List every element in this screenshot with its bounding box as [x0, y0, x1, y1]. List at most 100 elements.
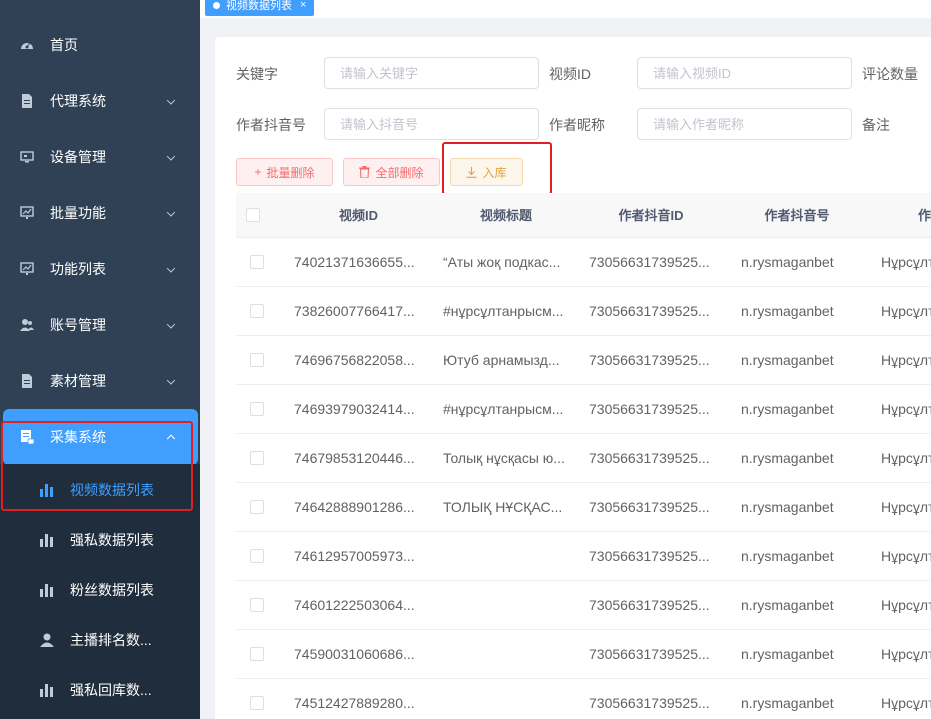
- tags-view-bar: 视频数据列表 ×: [200, 0, 931, 18]
- sidebar-item-label: 首页: [50, 37, 78, 53]
- sidebar-subitem-anchor-ranking[interactable]: 主播排名数...: [0, 615, 200, 665]
- sidebar-item-label: 素材管理: [50, 373, 106, 389]
- row-checkbox[interactable]: [250, 255, 264, 269]
- cell-author-douyin-id: 73056631739525...: [589, 597, 710, 613]
- table-row[interactable]: 74612957005973... 73056631739525... n.rysm…: [236, 532, 931, 581]
- table-row[interactable]: 74590031060686... 73056631739525... n.rysm…: [236, 630, 931, 679]
- cell-video-title: ТОЛЫҚ НҰСҚАС...: [443, 499, 563, 515]
- sidebar-item-home[interactable]: 首页: [0, 17, 200, 73]
- keyword-label: 关键字: [236, 66, 278, 82]
- sidebar-subitem-label: 强私数据列表: [70, 532, 154, 548]
- row-checkbox[interactable]: [250, 304, 264, 318]
- tab-video-data-list[interactable]: 视频数据列表 ×: [205, 0, 315, 16]
- sidebar-subitem-label: 视频数据列表: [70, 482, 154, 498]
- cell-author-douyin: n.rysmaganbet: [741, 303, 834, 319]
- cell-author-douyin: n.rysmaganbet: [741, 646, 834, 662]
- cell-author-douyin: n.rysmaganbet: [741, 548, 834, 564]
- comment-count-label: 评论数量: [862, 66, 918, 82]
- bar-chart-icon: [40, 484, 53, 497]
- column-header-video-id[interactable]: 视频ID: [286, 193, 431, 238]
- sidebar-item-function-list[interactable]: 功能列表: [0, 241, 200, 297]
- bar-chart-icon: [40, 584, 53, 597]
- sidebar-item-label: 采集系统: [50, 429, 106, 445]
- sidebar: 首页 代理系统 设备管理 批量功能 功能列表 账号管理 素材管理 采集系统 视频…: [0, 0, 200, 719]
- sidebar-submenu: 视频数据列表 强私数据列表 粉丝数据列表 主播排名数... 强私回库数...: [0, 464, 200, 719]
- table-row[interactable]: 74679853120446... Толық нұсқасы ю... 73056…: [236, 434, 931, 483]
- chevron-down-icon: [166, 264, 176, 273]
- sidebar-item-label: 设备管理: [50, 149, 106, 165]
- cell-video-title: Толық нұсқасы ю...: [443, 450, 565, 466]
- close-icon[interactable]: ×: [300, 0, 306, 11]
- row-checkbox[interactable]: [250, 647, 264, 661]
- chevron-down-icon: [166, 96, 176, 105]
- row-checkbox[interactable]: [250, 451, 264, 465]
- cell-video-id: 74696756822058...: [294, 352, 415, 368]
- author-douyin-input[interactable]: [324, 108, 539, 140]
- cell-video-title: Ютуб арнамызд...: [443, 352, 560, 368]
- table-row[interactable]: 74642888901286... ТОЛЫҚ НҰСҚАС... 73056631…: [236, 483, 931, 532]
- table-row[interactable]: 74693979032414... #нұрсұлтанрысм... 730566…: [236, 385, 931, 434]
- cell-video-title: #нұрсұлтанрысм...: [443, 303, 564, 319]
- delete-all-button[interactable]: 全部删除: [343, 158, 440, 186]
- cell-video-id: 74601222503064...: [294, 597, 415, 613]
- table-row[interactable]: 74512427889280... 73056631739525... n.rysm…: [236, 679, 931, 719]
- cell-author-douyin-id: 73056631739525...: [589, 695, 710, 711]
- cell-video-id: 73826007766417...: [294, 303, 415, 319]
- row-checkbox[interactable]: [250, 549, 264, 563]
- cell-author-douyin-id: 73056631739525...: [589, 499, 710, 515]
- sidebar-item-label: 账号管理: [50, 317, 106, 333]
- cell-author-douyin: n.rysmaganbet: [741, 401, 834, 417]
- sidebar-subitem-private-return-data[interactable]: 强私回库数...: [0, 665, 200, 715]
- row-checkbox[interactable]: [250, 402, 264, 416]
- column-header-author-nickname[interactable]: 作: [873, 193, 931, 238]
- users-icon: [20, 319, 34, 331]
- chart-screen-icon: [20, 206, 34, 219]
- cell-video-title: [443, 532, 571, 581]
- column-header-video-title[interactable]: 视频标题: [431, 193, 581, 238]
- video-id-input[interactable]: [637, 57, 852, 89]
- cell-author-douyin: n.rysmaganbet: [741, 695, 834, 711]
- row-checkbox[interactable]: [250, 353, 264, 367]
- cell-author-nickname: Нұрсұлт: [881, 646, 931, 662]
- download-icon: [466, 166, 477, 178]
- chevron-up-icon: [166, 434, 176, 444]
- column-header-author-douyin[interactable]: 作者抖音号: [721, 193, 873, 238]
- sidebar-subitem-private-data-list[interactable]: 强私数据列表: [0, 515, 200, 565]
- cell-author-douyin: n.rysmaganbet: [741, 254, 834, 270]
- bar-chart-icon: [40, 534, 53, 547]
- table-row[interactable]: 74021371636655... “Аты жоқ подкас... 73056…: [236, 238, 931, 287]
- sidebar-item-device-management[interactable]: 设备管理: [0, 129, 200, 185]
- cell-video-title: #нұрсұлтанрысм...: [443, 401, 564, 417]
- monitor-icon: [20, 151, 34, 163]
- cell-author-douyin-id: 73056631739525...: [589, 646, 710, 662]
- column-header-author-douyin-id[interactable]: 作者抖音ID: [581, 193, 721, 238]
- author-nickname-input[interactable]: [637, 108, 852, 140]
- sidebar-item-batch-functions[interactable]: 批量功能: [0, 185, 200, 241]
- video-id-label: 视频ID: [549, 66, 591, 82]
- sidebar-item-agent-system[interactable]: 代理系统: [0, 73, 200, 129]
- select-all-checkbox[interactable]: [246, 208, 260, 222]
- cell-video-title: [443, 581, 571, 630]
- row-checkbox[interactable]: [250, 696, 264, 710]
- sidebar-item-material-management[interactable]: 素材管理: [0, 353, 200, 409]
- row-checkbox[interactable]: [250, 500, 264, 514]
- import-button[interactable]: 入库: [450, 158, 523, 186]
- bar-chart-icon: [40, 684, 53, 697]
- cell-author-douyin-id: 73056631739525...: [589, 401, 710, 417]
- keyword-input[interactable]: [324, 57, 539, 89]
- cell-video-id: 74642888901286...: [294, 499, 415, 515]
- table-row[interactable]: 74696756822058... Ютуб арнамызд... 7305663…: [236, 336, 931, 385]
- author-douyin-label: 作者抖音号: [236, 117, 306, 133]
- sidebar-item-label: 功能列表: [50, 261, 106, 277]
- table-row[interactable]: 73826007766417... #нұрсұлтанрысм... 730566…: [236, 287, 931, 336]
- sidebar-subitem-label: 粉丝数据列表: [70, 582, 154, 598]
- sidebar-subitem-fans-data-list[interactable]: 粉丝数据列表: [0, 565, 200, 615]
- table-row[interactable]: 74601222503064... 73056631739525... n.rysm…: [236, 581, 931, 630]
- cell-author-douyin: n.rysmaganbet: [741, 352, 834, 368]
- row-checkbox[interactable]: [250, 598, 264, 612]
- import-label: 入库: [482, 165, 507, 180]
- sidebar-item-account-management[interactable]: 账号管理: [0, 297, 200, 353]
- batch-delete-button[interactable]: + 批量删除: [236, 158, 333, 186]
- sidebar-subitem-video-data-list[interactable]: 视频数据列表: [0, 465, 200, 515]
- sidebar-item-collection-system[interactable]: 采集系统: [3, 409, 198, 465]
